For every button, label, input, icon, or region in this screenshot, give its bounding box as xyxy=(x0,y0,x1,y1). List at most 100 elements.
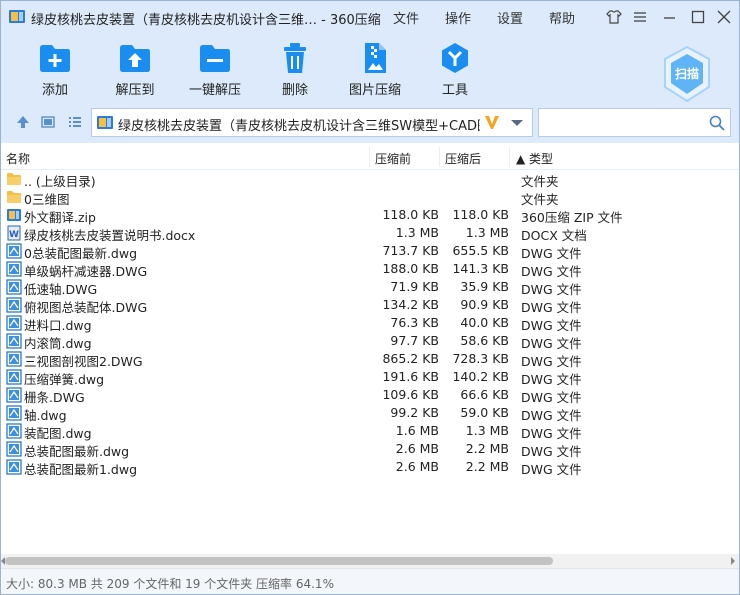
scan-shield-icon: 扫描 xyxy=(664,45,710,103)
toolbar: 添加 解压到 一键解压 删除 图片压缩 工具 扫描 xyxy=(1,33,739,103)
close-icon[interactable] xyxy=(715,9,733,25)
file-size: 109.6 KB xyxy=(382,387,439,402)
column-divider[interactable] xyxy=(509,147,510,167)
file-compressed-size: 59.0 KB xyxy=(460,405,509,420)
file-row[interactable]: 总装配图最新.dwg 2.6 MB 2.2 MB DWG 文件 xyxy=(1,440,739,459)
file-row[interactable]: .. (上级目录) 文件夹 xyxy=(1,170,739,189)
path-field[interactable]: 绿皮核桃去皮装置（青皮核桃去皮机设计含三维SW模型+CAD图纸+说明书）.zip xyxy=(91,108,533,137)
file-row[interactable]: 俯视图总装配体.DWG 134.2 KB 90.9 KB DWG 文件 xyxy=(1,296,739,315)
dwg-icon xyxy=(6,459,22,475)
scrollbar-thumb[interactable] xyxy=(5,557,553,565)
file-size: 188.0 KB xyxy=(382,261,439,276)
file-row[interactable]: 单级蜗杆减速器.DWG 188.0 KB 141.3 KB DWG 文件 xyxy=(1,260,739,279)
file-row[interactable]: 装配图.dwg 1.6 MB 1.3 MB DWG 文件 xyxy=(1,422,739,441)
extract-to-button[interactable]: 解压到 xyxy=(95,33,175,103)
up-arrow-icon[interactable] xyxy=(16,115,30,129)
file-row[interactable]: 0三维图 文件夹 xyxy=(1,188,739,207)
scan-button[interactable]: 扫描 xyxy=(661,45,713,103)
menu-help[interactable]: 帮助 xyxy=(549,8,575,27)
delete-label: 删除 xyxy=(281,83,308,98)
column-divider[interactable] xyxy=(369,147,370,167)
address-bar: 绿皮核桃去皮装置（青皮核桃去皮机设计含三维SW模型+CAD图纸+说明书）.zip xyxy=(1,103,739,143)
file-row[interactable]: W 绿皮核桃去皮装置说明书.docx 1.3 MB 1.3 MB DOCX 文档 xyxy=(1,224,739,243)
archive-app-icon xyxy=(9,10,25,23)
file-row[interactable]: 三视图剖视图2.DWG 865.2 KB 728.3 KB DWG 文件 xyxy=(1,350,739,369)
dwg-icon xyxy=(6,405,22,421)
file-row[interactable]: 栅条.DWG 109.6 KB 66.6 KB DWG 文件 xyxy=(1,386,739,405)
column-type[interactable]: ▲ 类型 xyxy=(516,150,553,167)
file-type: DWG 文件 xyxy=(521,462,582,477)
column-compressed[interactable]: 压缩后 xyxy=(445,150,481,167)
image-compress-button[interactable]: 图片压缩 xyxy=(335,33,415,103)
tools-button[interactable]: 工具 xyxy=(415,33,495,103)
tools-label: 工具 xyxy=(441,83,468,98)
maximize-icon[interactable] xyxy=(689,9,707,25)
extract-to-label: 解压到 xyxy=(115,83,155,98)
view-thumbnail-icon[interactable] xyxy=(41,115,55,129)
minimize-icon[interactable] xyxy=(661,9,679,25)
file-compressed-size: 2.2 MB xyxy=(465,459,509,474)
file-compressed-size: 66.6 KB xyxy=(460,387,509,402)
file-size: 191.6 KB xyxy=(382,369,439,384)
dwg-icon xyxy=(6,423,22,439)
menu-lines-icon[interactable] xyxy=(631,9,649,25)
file-size: 118.0 KB xyxy=(382,207,439,222)
file-row[interactable]: 低速轴.DWG 71.9 KB 35.9 KB DWG 文件 xyxy=(1,278,739,297)
file-row[interactable]: 轴.dwg 99.2 KB 59.0 KB DWG 文件 xyxy=(1,404,739,423)
dwg-icon xyxy=(6,315,22,331)
file-compressed-size: 58.6 KB xyxy=(460,333,509,348)
view-list-icon[interactable] xyxy=(68,115,82,129)
menu-settings[interactable]: 设置 xyxy=(497,8,523,27)
scan-label: 扫描 xyxy=(675,66,699,81)
image-compress-label: 图片压缩 xyxy=(348,83,401,98)
column-header: 名称 压缩前 压缩后 ▲ 类型 xyxy=(1,144,739,170)
menu-file[interactable]: 文件 xyxy=(393,8,419,27)
file-compressed-size: 655.5 KB xyxy=(452,243,509,258)
file-row[interactable]: 进料口.dwg 76.3 KB 40.0 KB DWG 文件 xyxy=(1,314,739,333)
column-size[interactable]: 压缩前 xyxy=(375,150,411,167)
file-compressed-size: 118.0 KB xyxy=(452,207,509,222)
add-label: 添加 xyxy=(41,83,68,98)
one-click-extract-button[interactable]: 一键解压 xyxy=(175,33,255,103)
file-row[interactable]: 总装配图最新1.dwg 2.6 MB 2.2 MB DWG 文件 xyxy=(1,458,739,477)
skin-shirt-icon[interactable] xyxy=(605,9,623,25)
file-row[interactable]: 内滚筒.dwg 97.7 KB 58.6 KB DWG 文件 xyxy=(1,332,739,351)
file-size: 76.3 KB xyxy=(390,315,439,330)
one-click-extract-label: 一键解压 xyxy=(188,83,241,98)
status-text: 大小: 80.3 MB 共 209 个文件和 19 个文件夹 压缩率 64.1% xyxy=(6,577,334,591)
file-row[interactable]: 0总装配图最新.dwg 713.7 KB 655.5 KB DWG 文件 xyxy=(1,242,739,261)
add-archive-icon xyxy=(40,45,70,72)
search-input[interactable] xyxy=(545,113,705,133)
chevron-down-icon[interactable] xyxy=(510,118,524,128)
delete-button[interactable]: 删除 xyxy=(255,33,335,103)
file-size: 71.9 KB xyxy=(390,279,439,294)
file-compressed-size: 2.2 MB xyxy=(465,441,509,456)
column-divider[interactable] xyxy=(439,147,440,167)
folder-icon xyxy=(7,191,21,203)
file-size: 1.3 MB xyxy=(395,225,439,240)
add-button[interactable]: 添加 xyxy=(15,33,95,103)
file-size: 134.2 KB xyxy=(382,297,439,312)
word-icon: W xyxy=(7,225,21,241)
file-compressed-size: 35.9 KB xyxy=(460,279,509,294)
archive-window: 绿皮核桃去皮装置（青皮核桃去皮机设计含三维… - 360压缩 文件 操作 设置 … xyxy=(0,0,740,595)
column-name[interactable]: 名称 xyxy=(6,150,30,167)
dwg-icon xyxy=(6,333,22,349)
dwg-icon xyxy=(6,297,22,313)
file-size: 865.2 KB xyxy=(382,351,439,366)
scroll-right-icon[interactable] xyxy=(731,557,735,565)
file-compressed-size: 90.9 KB xyxy=(460,297,509,312)
search-icon[interactable] xyxy=(709,115,725,131)
horizontal-scrollbar[interactable] xyxy=(1,554,739,568)
folder-icon xyxy=(7,173,21,185)
path-text: 绿皮核桃去皮装置（青皮核桃去皮机设计含三维SW模型+CAD图纸+说明书）.zip xyxy=(118,119,480,134)
verified-check-icon xyxy=(485,116,499,129)
file-size: 99.2 KB xyxy=(390,405,439,420)
title-bar: 绿皮核桃去皮装置（青皮核桃去皮机设计含三维… - 360压缩 文件 操作 设置 … xyxy=(1,1,739,33)
menu-operation[interactable]: 操作 xyxy=(445,8,471,27)
file-row[interactable]: 压缩弹簧.dwg 191.6 KB 140.2 KB DWG 文件 xyxy=(1,368,739,387)
zip-icon xyxy=(7,209,21,221)
dwg-icon xyxy=(6,369,22,385)
file-compressed-size: 141.3 KB xyxy=(452,261,509,276)
file-row[interactable]: 外文翻译.zip 118.0 KB 118.0 KB 360压缩 ZIP 文件 xyxy=(1,206,739,225)
